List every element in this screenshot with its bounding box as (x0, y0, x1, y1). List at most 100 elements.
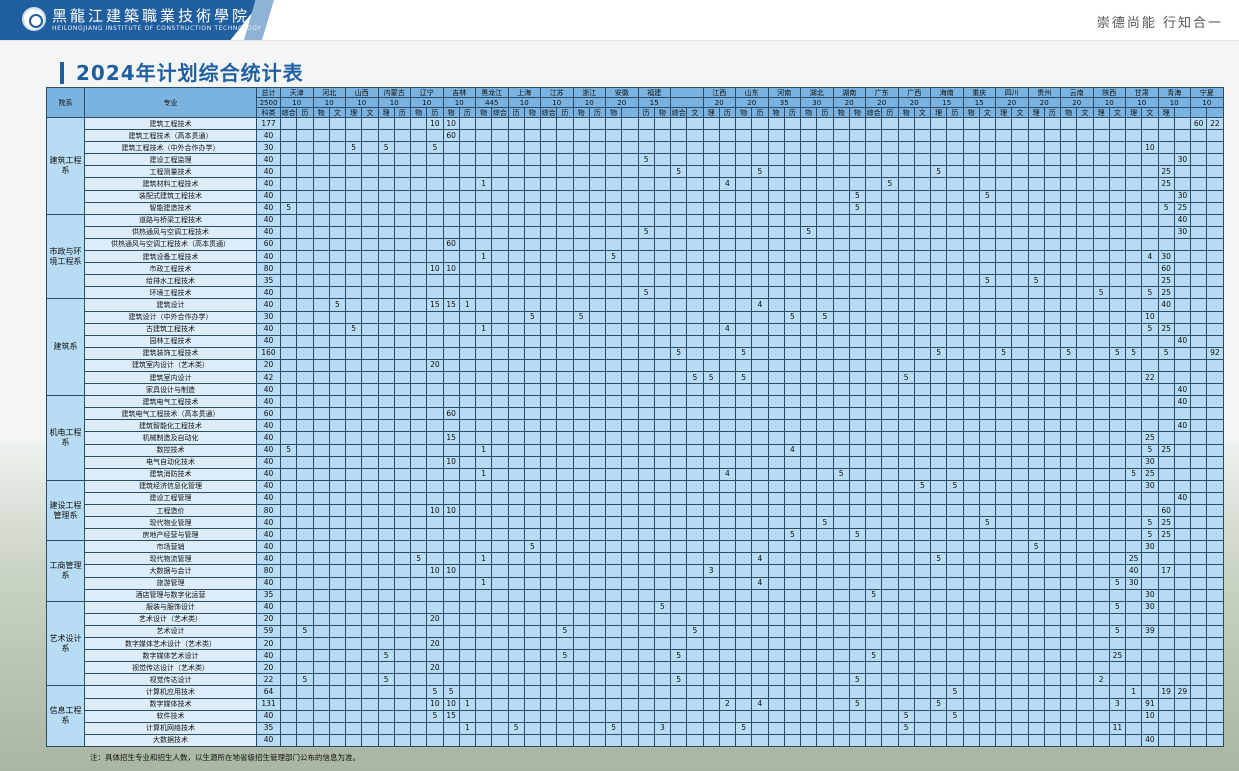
table-cell (344, 213, 363, 227)
table-cell (751, 286, 769, 300)
table-cell (572, 661, 590, 675)
table-cell (1027, 685, 1045, 699)
table-cell (767, 479, 785, 493)
table-cell (1043, 661, 1062, 675)
table-cell (1092, 612, 1110, 626)
table-cell (604, 129, 623, 143)
table-cell (312, 286, 330, 300)
table-cell (832, 298, 850, 312)
major-name-cell: 大数据技术 (84, 733, 257, 747)
table-cell (1059, 225, 1078, 239)
table-cell (1206, 697, 1224, 711)
table-cell (913, 503, 932, 518)
table-cell (669, 141, 688, 155)
table-cell (734, 274, 753, 288)
department-cell: 信息工程系 (46, 685, 85, 747)
table-cell (1173, 540, 1192, 554)
table-cell (1059, 612, 1078, 626)
table-cell (767, 443, 785, 457)
table-cell (377, 685, 395, 699)
table-cell (393, 395, 412, 409)
table-cell: 5 (929, 346, 948, 360)
table-cell (426, 237, 444, 252)
table-cell: 历 (426, 107, 444, 118)
table-cell (994, 443, 1013, 457)
table-cell (669, 528, 688, 542)
table-cell (361, 503, 379, 518)
table-cell (393, 576, 412, 590)
table-cell: 物 (734, 107, 753, 118)
table-cell: 5 (734, 346, 753, 360)
table-cell (344, 201, 363, 215)
table-cell (913, 225, 932, 239)
table-cell (767, 286, 785, 300)
table-cell (718, 395, 737, 409)
major-name-cell: 供热通风与空调工程技术（高本贯通） (84, 237, 257, 252)
table-cell (653, 225, 672, 239)
table-cell (767, 395, 785, 409)
table-cell (539, 370, 558, 385)
table-cell (751, 637, 769, 651)
table-cell (442, 649, 460, 663)
table-cell (881, 346, 899, 360)
table-cell (1092, 479, 1110, 493)
table-cell (344, 721, 363, 735)
table-cell (458, 189, 477, 203)
table-cell (409, 443, 428, 457)
table-cell (1189, 685, 1208, 699)
table-cell (653, 588, 672, 602)
table-cell (426, 443, 444, 457)
table-cell (556, 346, 574, 360)
table-cell (897, 129, 915, 143)
table-cell: 4 (783, 443, 802, 457)
table-cell (279, 661, 298, 675)
table-cell: 物 (442, 107, 460, 118)
table-cell (1124, 455, 1143, 469)
table-cell (296, 431, 314, 445)
table-cell (994, 528, 1013, 542)
table-cell (799, 564, 818, 578)
table-cell (312, 213, 330, 227)
table-cell (783, 346, 802, 360)
table-cell (653, 661, 672, 675)
table-row: 数字媒体艺术设计 40 5 5 5 5 25 (47, 649, 1224, 663)
table-cell (539, 721, 558, 735)
table-cell: 1 (474, 250, 493, 264)
table-cell (734, 189, 753, 203)
table-cell (897, 225, 915, 239)
table-cell (1108, 685, 1127, 699)
table-cell (344, 673, 363, 687)
table-cell (377, 177, 395, 191)
table-cell: 5 (848, 201, 867, 215)
table-cell (946, 322, 964, 336)
table-cell (1173, 709, 1192, 723)
table-cell (523, 443, 542, 457)
table-cell (361, 225, 379, 239)
table-cell: 物 (897, 107, 915, 118)
table-cell (442, 661, 460, 675)
major-name-cell: 数控技术 (84, 443, 257, 457)
table-cell (783, 516, 802, 530)
table-cell (702, 649, 720, 663)
table-cell (1124, 213, 1143, 227)
table-cell (604, 479, 623, 493)
table-cell (361, 358, 379, 372)
table-cell (653, 358, 672, 372)
table-cell (1011, 286, 1029, 300)
table-cell (507, 310, 525, 324)
table-cell (474, 709, 493, 723)
table-cell (491, 588, 509, 602)
table-cell (832, 310, 850, 324)
table-row: 供热通风与空调工程技术 40 5 5 30 (47, 225, 1224, 239)
table-cell (1157, 661, 1175, 675)
table-cell (864, 322, 883, 336)
table-cell (767, 177, 785, 191)
table-cell (588, 685, 607, 699)
table-cell (312, 431, 330, 445)
table-cell (702, 552, 720, 566)
table-cell: 3 (702, 564, 720, 578)
table-cell (377, 431, 395, 445)
table-cell (994, 298, 1013, 312)
table-cell: 广东 (865, 87, 899, 98)
table-cell: 40 (256, 298, 281, 312)
